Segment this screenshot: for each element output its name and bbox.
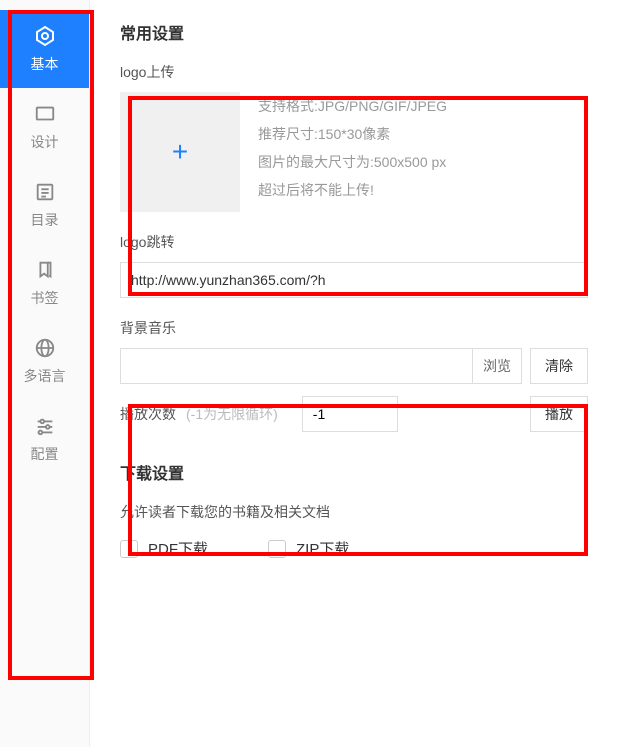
sidebar-item-label: 基本 (31, 54, 59, 74)
sidebar: 基本 设计 目录 书签 多语言 (0, 0, 90, 747)
sidebar-item-bookmark[interactable]: 书签 (0, 244, 89, 322)
logo-upload-desc: 支持格式:JPG/PNG/GIF/JPEG 推荐尺寸:150*30像素 图片的最… (258, 92, 447, 204)
logo-upload-button[interactable]: + (120, 92, 240, 212)
sidebar-item-label: 设计 (31, 132, 59, 152)
main-panel: 常用设置 logo上传 + 支持格式:JPG/PNG/GIF/JPEG 推荐尺寸… (90, 0, 618, 747)
checkbox-label: ZIP下载 (296, 538, 349, 559)
sidebar-item-label: 多语言 (24, 366, 66, 386)
globe-icon (33, 336, 57, 360)
list-icon (33, 180, 57, 204)
logo-upload-label: logo上传 (120, 62, 588, 82)
sidebar-item-basic[interactable]: 基本 (0, 10, 89, 88)
play-count-label: 播放次数 (120, 404, 176, 424)
play-button[interactable]: 播放 (530, 396, 588, 432)
download-settings-title: 下载设置 (120, 460, 588, 484)
play-count-hint: (-1为无限循环) (186, 404, 278, 424)
bg-music-input[interactable] (121, 349, 472, 383)
plus-icon: + (172, 136, 188, 168)
monitor-icon (33, 102, 57, 126)
logo-link-label: logo跳转 (120, 232, 588, 252)
zip-download-checkbox[interactable]: ZIP下载 (268, 538, 349, 559)
logo-desc-line: 超过后将不能上传! (258, 176, 447, 204)
checkbox-icon (120, 540, 138, 558)
pdf-download-checkbox[interactable]: PDF下载 (120, 538, 208, 559)
common-settings-title: 常用设置 (120, 20, 588, 44)
bg-music-label: 背景音乐 (120, 318, 588, 338)
browse-button[interactable]: 浏览 (472, 349, 521, 383)
logo-desc-line: 支持格式:JPG/PNG/GIF/JPEG (258, 92, 447, 120)
sidebar-item-label: 书签 (31, 288, 59, 308)
logo-link-input[interactable] (120, 262, 588, 298)
sidebar-item-catalog[interactable]: 目录 (0, 166, 89, 244)
sidebar-item-label: 配置 (31, 444, 59, 464)
download-desc: 允许读者下载您的书籍及相关文档 (120, 502, 588, 522)
hexagon-icon (33, 24, 57, 48)
sliders-icon (33, 414, 57, 438)
logo-desc-line: 推荐尺寸:150*30像素 (258, 120, 447, 148)
sidebar-item-language[interactable]: 多语言 (0, 322, 89, 400)
sidebar-item-label: 目录 (31, 210, 59, 230)
clear-button[interactable]: 清除 (530, 348, 588, 384)
bookmark-icon (33, 258, 57, 282)
checkbox-label: PDF下载 (148, 538, 208, 559)
checkbox-icon (268, 540, 286, 558)
sidebar-item-config[interactable]: 配置 (0, 400, 89, 478)
play-count-input[interactable] (302, 396, 398, 432)
sidebar-item-design[interactable]: 设计 (0, 88, 89, 166)
logo-desc-line: 图片的最大尺寸为:500x500 px (258, 148, 447, 176)
